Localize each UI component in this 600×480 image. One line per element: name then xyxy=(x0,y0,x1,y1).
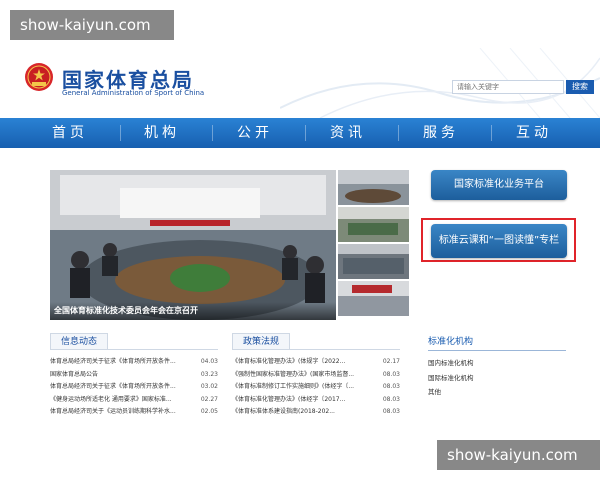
standardization-platform-button[interactable]: 国家标准化业务平台 xyxy=(431,170,567,200)
nav-item-news[interactable]: 资讯 xyxy=(308,118,388,148)
policy-list: 《体育标准化管理办法》(体规字〔2022... 02.17 《强制性国家标准管理办… xyxy=(232,356,400,419)
news-title[interactable]: 体育总局经济司关于征求《体育场所开放条件... xyxy=(50,356,176,369)
thumbnail-image xyxy=(338,244,409,279)
list-item[interactable]: 《体育标准制修订工作实施细则》(体经字〔... 08.03 xyxy=(232,381,400,394)
standard-org-list: 国内标准化机构 国际标准化机构 其他 xyxy=(428,356,474,400)
tab-policy[interactable]: 政策法规 xyxy=(232,333,291,350)
standard-org-item-other[interactable]: 其他 xyxy=(428,385,474,400)
news-title[interactable]: 体育总局经济司关于《运动员训练期科学补水... xyxy=(50,406,176,419)
national-emblem-icon xyxy=(25,63,53,91)
list-item[interactable]: 《强制性国家标准管理办法》(国家市场监督... 08.03 xyxy=(232,369,400,382)
section-divider xyxy=(232,349,400,350)
news-list: 体育总局经济司关于征求《体育场所开放条件... 04.03 国家体育总局公告 03.… xyxy=(50,356,218,419)
news-date: 04.03 xyxy=(200,358,218,365)
watermark-top: show-kaiyun.com xyxy=(10,10,174,40)
nav-item-public[interactable]: 公开 xyxy=(215,118,295,148)
list-item[interactable]: 《体育标准化管理办法》(体规字〔2022... 02.17 xyxy=(232,356,400,369)
policy-date: 08.03 xyxy=(382,370,400,378)
news-title[interactable]: 国家体育总局公告 xyxy=(50,369,98,382)
carousel-thumbnail[interactable] xyxy=(338,170,409,205)
standard-org-item-domestic[interactable]: 国内标准化机构 xyxy=(428,356,474,371)
policy-title[interactable]: 《强制性国家标准管理办法》(国家市场监督... xyxy=(232,369,354,382)
meeting-photo xyxy=(50,170,336,320)
policy-date: 02.17 xyxy=(382,358,400,365)
policy-date: 08.03 xyxy=(382,395,400,403)
list-item[interactable]: 体育总局经济司关于《运动员训练期科学补水... 02.05 xyxy=(50,406,218,419)
carousel-thumbnail[interactable] xyxy=(338,281,409,316)
list-item[interactable]: 《健身运动场所适老化 通用要求》国家标准... 02.27 xyxy=(50,394,218,407)
tab-news[interactable]: 信息动态 xyxy=(50,333,109,350)
news-date: 02.27 xyxy=(200,395,218,403)
list-item[interactable]: 《体育标准体系建设指南(2018-202... 08.03 xyxy=(232,406,400,419)
nav-separator xyxy=(120,125,121,141)
policy-title[interactable]: 《体育标准化管理办法》(体规字〔2022... xyxy=(232,356,345,369)
news-title[interactable]: 《健身运动场所适老化 通用要求》国家标准... xyxy=(50,394,172,407)
news-title[interactable]: 体育总局经济司关于征求《体育场所开放条件... xyxy=(50,381,176,394)
nav-separator xyxy=(398,125,399,141)
list-item[interactable]: 体育总局经济司关于征求《体育场所开放条件... 03.02 xyxy=(50,381,218,394)
site-subtitle: General Administration of Sport of China xyxy=(62,89,205,97)
news-date: 03.23 xyxy=(200,370,218,378)
standard-org-item-international[interactable]: 国际标准化机构 xyxy=(428,371,474,386)
policy-date: 08.03 xyxy=(382,408,400,415)
news-date: 02.05 xyxy=(200,408,218,415)
carousel-caption[interactable]: 全国体育标准化技术委员会年会在京召开 xyxy=(50,302,336,320)
carousel-thumbnail[interactable] xyxy=(338,244,409,279)
search-button[interactable]: 搜索 xyxy=(566,80,594,94)
main-nav: 首页 机构 公开 资讯 服务 互动 xyxy=(0,118,600,148)
policy-title[interactable]: 《体育标准化管理办法》(体经字〔2017... xyxy=(232,394,345,407)
standard-org-title: 标准化机构 xyxy=(428,337,474,347)
thumbnail-image xyxy=(338,207,409,242)
nav-item-home[interactable]: 首页 xyxy=(30,118,110,148)
nav-separator xyxy=(305,125,306,141)
carousel-photo[interactable]: 全国体育标准化技术委员会年会在京召开 xyxy=(50,170,336,320)
watermark-bottom: show-kaiyun.com xyxy=(437,440,600,470)
carousel-thumbnail[interactable] xyxy=(338,207,409,242)
list-item[interactable]: 国家体育总局公告 03.23 xyxy=(50,369,218,382)
thumbnail-image xyxy=(338,170,409,205)
nav-separator xyxy=(491,125,492,141)
standard-cloud-column-button[interactable]: 标准云课和“一图读懂”专栏 xyxy=(431,224,567,258)
section-divider xyxy=(428,350,566,351)
nav-item-institutions[interactable]: 机构 xyxy=(122,118,202,148)
search-input[interactable] xyxy=(452,80,564,94)
policy-title[interactable]: 《体育标准体系建设指南(2018-202... xyxy=(232,406,335,419)
nav-item-services[interactable]: 服务 xyxy=(401,118,481,148)
thumbnail-image xyxy=(338,281,409,316)
news-date: 03.02 xyxy=(200,383,218,390)
nav-item-interaction[interactable]: 互动 xyxy=(494,118,574,148)
nav-separator xyxy=(212,125,213,141)
list-item[interactable]: 《体育标准化管理办法》(体经字〔2017... 08.03 xyxy=(232,394,400,407)
policy-title[interactable]: 《体育标准制修订工作实施细则》(体经字〔... xyxy=(232,381,354,394)
section-divider xyxy=(50,349,218,350)
list-item[interactable]: 体育总局经济司关于征求《体育场所开放条件... 04.03 xyxy=(50,356,218,369)
policy-date: 08.03 xyxy=(382,383,400,390)
